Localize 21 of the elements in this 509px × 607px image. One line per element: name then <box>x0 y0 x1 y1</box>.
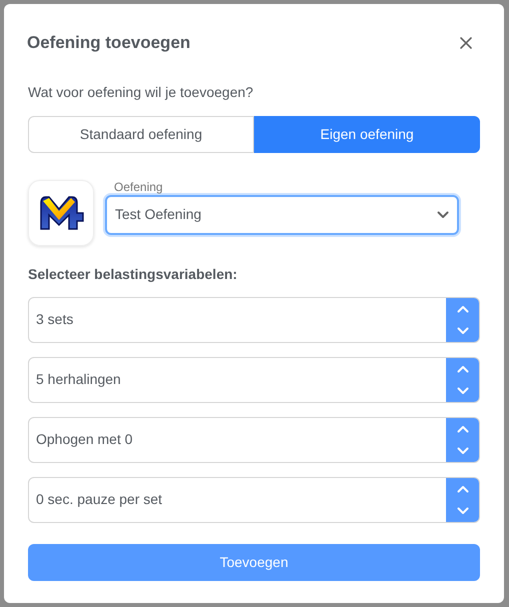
chevron-up-icon <box>456 364 468 372</box>
chevron-up-icon <box>456 304 468 312</box>
chevron-up-icon <box>456 424 468 432</box>
question-text: Wat voor oefening wil je toevoegen? <box>28 82 254 102</box>
number-field[interactable]: 3 sets <box>28 296 480 342</box>
tab[interactable]: Eigen oefening <box>254 116 480 152</box>
chevron-up-icon <box>456 484 468 492</box>
dialog-title: Oefening toevoegen <box>27 32 190 54</box>
number-field[interactable]: 0 sec. pauze per set <box>28 476 480 522</box>
number-field[interactable]: Ophogen met 0 <box>28 416 480 462</box>
exercise-select[interactable]: Test Oefening <box>105 194 459 234</box>
section-heading: Selecteer belastingsvariabelen: <box>28 264 238 284</box>
chevron-down-icon <box>456 386 468 394</box>
field-label: Oefening <box>114 180 164 194</box>
number-field[interactable]: 5 herhalingen <box>28 356 480 402</box>
chevron-down-icon <box>456 326 468 334</box>
chevron-down-icon <box>456 446 468 454</box>
close-icon[interactable] <box>458 34 474 51</box>
tab[interactable]: Standaard oefening <box>28 116 254 152</box>
chevron-down-icon <box>437 210 449 218</box>
chevron-down-icon <box>456 506 468 514</box>
